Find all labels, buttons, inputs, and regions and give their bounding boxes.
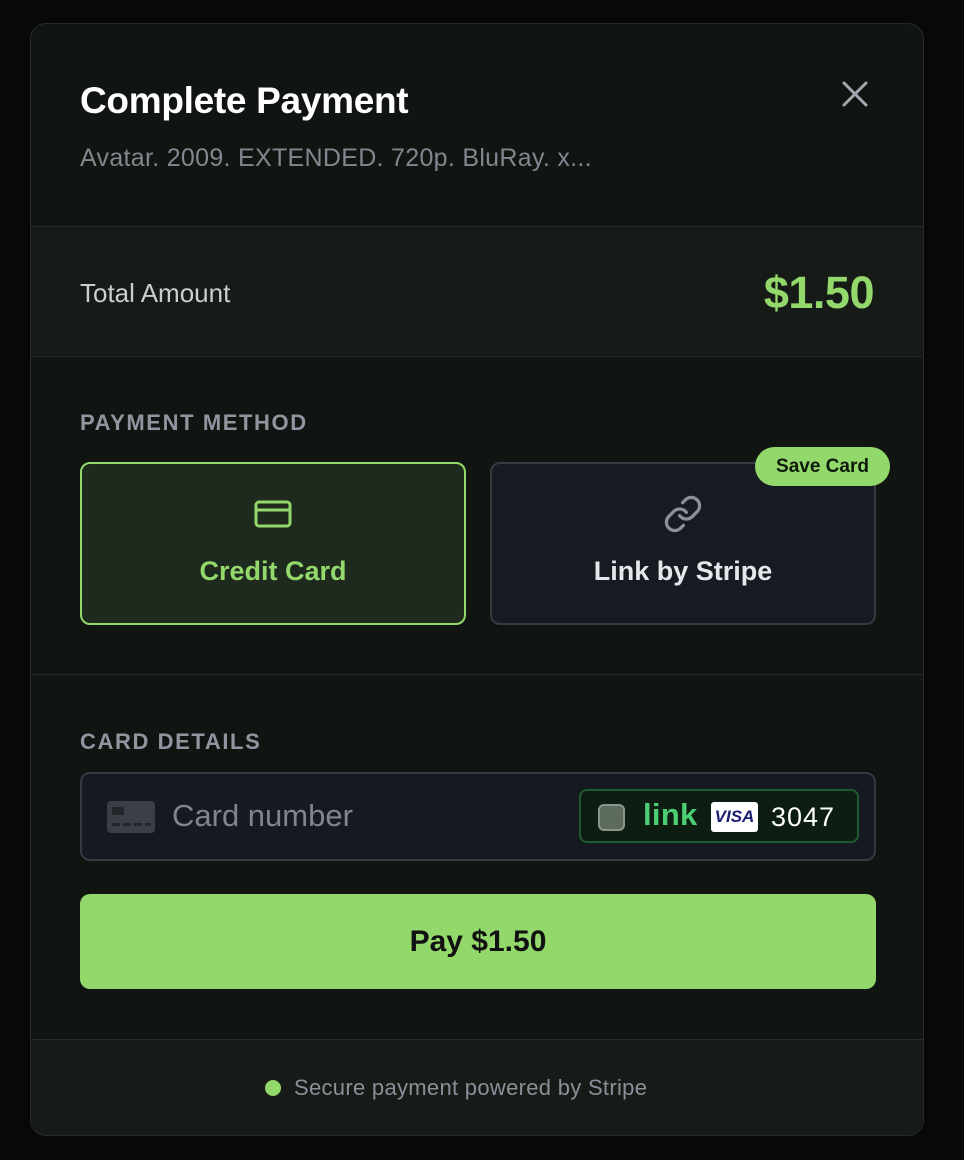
card-placeholder-icon [107, 801, 155, 833]
link-saved-card-chip[interactable]: link VISA 3047 [579, 789, 859, 843]
payment-modal: Complete Payment Avatar. 2009. EXTENDED.… [30, 23, 924, 1136]
credit-card-label: Credit Card [199, 556, 347, 586]
method-divider [31, 674, 923, 675]
link-checkbox[interactable] [598, 804, 625, 831]
link-logo: link [643, 797, 698, 832]
total-amount-label: Total Amount [80, 278, 231, 308]
save-card-badge: Save Card [755, 447, 890, 486]
link-icon [664, 495, 702, 533]
modal-header: Complete Payment Avatar. 2009. EXTENDED.… [31, 24, 923, 226]
card-details-label: CARD DETAILS [80, 729, 262, 754]
modal-subtitle: Avatar. 2009. EXTENDED. 720p. BluRay. x.… [80, 144, 592, 172]
credit-card-icon [254, 500, 292, 528]
card-number-placeholder: Card number [172, 798, 353, 833]
secure-payment-text: Secure payment powered by Stripe [294, 1075, 648, 1100]
total-divider [31, 356, 923, 357]
close-icon [842, 81, 868, 107]
modal-footer: Secure payment powered by Stripe [31, 1040, 923, 1135]
close-button[interactable] [837, 76, 873, 112]
visa-logo: VISA [711, 802, 758, 832]
total-amount-row: Total Amount $1.50 [31, 227, 923, 355]
payment-method-label: PAYMENT METHOD [80, 410, 308, 435]
credit-card-option[interactable]: Credit Card [80, 462, 466, 625]
pay-button[interactable]: Pay $1.50 [80, 894, 876, 989]
card-last4: 3047 [771, 802, 836, 832]
modal-title: Complete Payment [80, 80, 409, 121]
total-amount-value: $1.50 [763, 267, 875, 318]
link-by-stripe-option[interactable]: Link by Stripe [490, 462, 876, 625]
link-by-stripe-label: Link by Stripe [593, 556, 773, 586]
secure-status-dot [265, 1080, 281, 1096]
card-number-field[interactable]: Card number link VISA 3047 [80, 772, 876, 861]
